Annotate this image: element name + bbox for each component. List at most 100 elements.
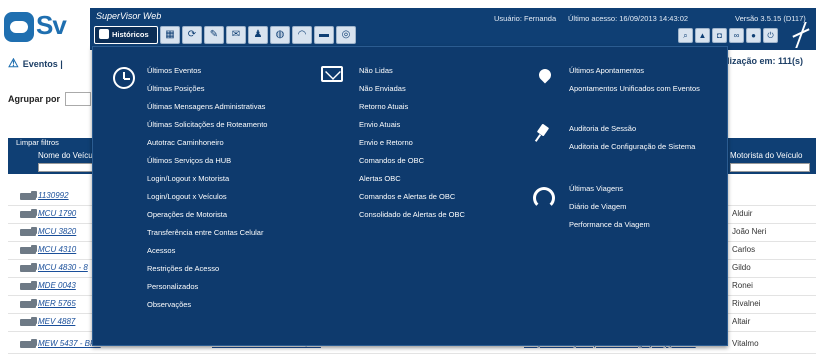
menu-item[interactable]: Últimas Viagens — [569, 184, 623, 193]
vehicle-link[interactable]: MCU 4830 - 8 — [38, 263, 88, 272]
vehicle-link[interactable]: MCU 1790 — [38, 209, 76, 218]
history-icon — [99, 29, 109, 39]
mail-icon[interactable]: ✉ — [226, 26, 246, 44]
menu-item[interactable]: Observações — [147, 300, 191, 309]
menu-item[interactable]: Login/Logout x Motorista — [147, 174, 229, 183]
warning-icon[interactable]: ▲ — [695, 28, 710, 43]
logo-text: Sv — [36, 10, 67, 40]
app-logo[interactable]: Sv — [4, 8, 88, 42]
truck-icon — [20, 263, 37, 272]
clock-icon — [113, 67, 135, 89]
menu-item[interactable]: Retorno Atuais — [359, 102, 408, 111]
last-access-label: Último acesso: 16/09/2013 14:43:02 — [568, 14, 689, 23]
truck-icon — [20, 209, 37, 218]
truck-icon — [20, 317, 37, 326]
truck-icon — [20, 281, 37, 290]
menu-item[interactable]: Login/Logout x Veículos — [147, 192, 227, 201]
menu-item[interactable]: Últimos Apontamentos — [569, 66, 644, 75]
column-vehicle-name[interactable]: Nome do Veícu — [38, 151, 93, 160]
driver-cell: João Neri — [732, 227, 767, 236]
menu-item[interactable]: Não Lidas — [359, 66, 393, 75]
menu-item[interactable]: Auditoria de Sessão — [569, 124, 636, 133]
pencil-icon[interactable]: ✎ — [204, 26, 224, 44]
vehicle-link[interactable]: MCU 4310 — [38, 245, 76, 254]
menu-item[interactable]: Últimas Solicitações de Roteamento — [147, 120, 267, 129]
camera-icon[interactable]: ◘ — [712, 28, 727, 43]
menu-item[interactable]: Envio Atuais — [359, 120, 400, 129]
trip-icon — [533, 187, 555, 209]
refresh-countdown: lização em: 111(s) — [727, 56, 804, 66]
menu-item[interactable]: Não Enviadas — [359, 84, 406, 93]
menu-item[interactable]: Últimos Serviços da HUB — [147, 156, 231, 165]
warning-icon: ⚠ — [8, 56, 19, 70]
menu-item[interactable]: Transferência entre Contas Celular — [147, 228, 263, 237]
driver-cell: Ronei — [732, 281, 753, 290]
nav-historicos-button[interactable]: Históricos — [94, 26, 158, 44]
brand-logo-icon — [790, 22, 812, 48]
vehicle-link[interactable]: MCU 3820 — [38, 227, 76, 236]
vehicle-link[interactable]: MER 5765 — [38, 299, 76, 308]
menu-item[interactable]: Performance da Viagem — [569, 220, 650, 229]
app-header: Sv SuperVisor Web Usuário: Fernanda Últi… — [0, 0, 816, 50]
menu-item[interactable]: Envio e Retorno — [359, 138, 413, 147]
pushpin-icon — [533, 123, 555, 145]
menu-item[interactable]: Diário de Viagem — [569, 202, 626, 211]
menu-item[interactable]: Últimas Mensagens Administrativas — [147, 102, 265, 111]
right-tools: ⌕ ▲ ◘ ∞ ● ⏻ — [678, 28, 778, 43]
power-icon[interactable]: ⏻ — [763, 28, 778, 43]
target-icon[interactable]: ◎ — [336, 26, 356, 44]
globe-icon[interactable]: ◍ — [270, 26, 290, 44]
menu-item[interactable]: Auditoria de Configuração de Sistema — [569, 142, 695, 151]
refresh-icon[interactable]: ⟳ — [182, 26, 202, 44]
events-toolbar: ⚠ Eventos | — [8, 56, 63, 70]
column-driver[interactable]: Motorista do Veículo — [730, 151, 802, 160]
top-bar: SuperVisor Web Usuário: Fernanda Último … — [90, 8, 816, 50]
menu-item[interactable]: Alertas OBC — [359, 174, 401, 183]
menu-item[interactable]: Acessos — [147, 246, 175, 255]
link-icon[interactable]: ∞ — [729, 28, 744, 43]
truck-icon — [20, 191, 37, 200]
driver-filter-input[interactable] — [730, 163, 810, 172]
mail-icon — [321, 66, 343, 82]
truck-icon — [20, 339, 37, 348]
truck-icon — [20, 227, 37, 236]
driver-cell: Vitalmo — [732, 339, 759, 348]
menu-item[interactable]: Últimos Eventos — [147, 66, 201, 75]
driver-cell: Altair — [732, 317, 751, 326]
menu-item[interactable]: Consolidado de Alertas de OBC — [359, 210, 465, 219]
vehicle-link[interactable]: MDE 0043 — [38, 281, 76, 290]
menu-item[interactable]: Restrições de Acesso — [147, 264, 219, 273]
vehicle-filter-input[interactable] — [38, 163, 98, 172]
main-nav: Históricos ▦ ⟳ ✎ ✉ ♟ ◍ ◠ ▬ ◎ — [94, 26, 356, 46]
menu-item[interactable]: Apontamentos Unificados com Eventos — [569, 84, 700, 93]
grid-icon[interactable]: ▦ — [160, 26, 180, 44]
driver-cell: Rivalnei — [732, 299, 761, 308]
menu-item[interactable]: Últimas Posições — [147, 84, 205, 93]
driver-cell: Carlos — [732, 245, 756, 254]
vehicle-link[interactable]: MEV 4887 — [38, 317, 75, 326]
search-icon[interactable]: ⌕ — [678, 28, 693, 43]
driver-cell: Alduir — [732, 209, 753, 218]
historicos-menu: Últimos Eventos Últimas Posições Últimas… — [92, 46, 728, 346]
signal-icon[interactable]: ◠ — [292, 26, 312, 44]
clear-filters-link[interactable]: Limpar filtros — [16, 138, 59, 147]
group-by-label: Agrupar por — [8, 94, 61, 104]
driver-cell: Gildo — [732, 263, 751, 272]
events-tab[interactable]: Eventos — [23, 59, 58, 69]
app-title: SuperVisor Web — [96, 11, 162, 21]
menu-item[interactable]: Autotrac Caminhoneiro — [147, 138, 224, 147]
group-by-field[interactable] — [65, 92, 91, 106]
person-icon[interactable]: ♟ — [248, 26, 268, 44]
menu-item[interactable]: Operações de Motorista — [147, 210, 227, 219]
menu-item[interactable]: Comandos de OBC — [359, 156, 424, 165]
vehicle-link[interactable]: 1130992 — [38, 191, 69, 200]
menu-item[interactable]: Comandos e Alertas de OBC — [359, 192, 455, 201]
truck-icon[interactable]: ▬ — [314, 26, 334, 44]
truck-icon — [20, 299, 37, 308]
user-label: Usuário: Fernanda — [494, 14, 557, 23]
circle-icon[interactable]: ● — [746, 28, 761, 43]
nav-historicos-label: Históricos — [112, 30, 149, 39]
menu-item[interactable]: Personalizados — [147, 282, 198, 291]
logo-mark — [4, 12, 34, 42]
location-pin-icon — [536, 66, 554, 84]
